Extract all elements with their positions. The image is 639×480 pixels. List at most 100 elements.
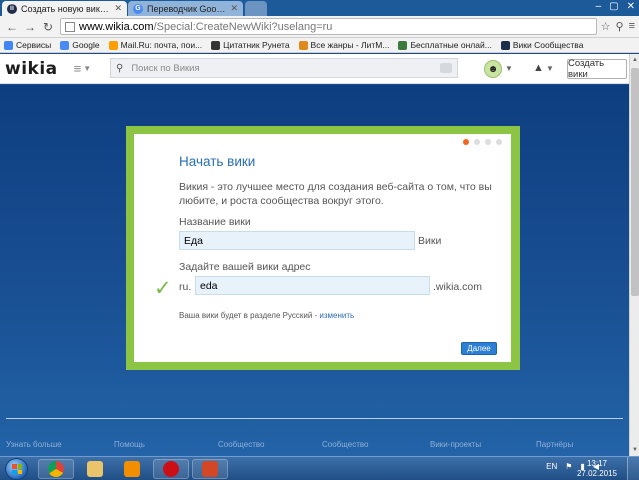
bookmark-label: Google	[72, 40, 100, 50]
search-icon: ⚲	[116, 62, 124, 74]
site-header: wikia ≡ ▼ ⚲ Поиск по Викия ☻ ▼ ▲ ▼ Создат…	[0, 54, 629, 84]
forward-icon[interactable]: →	[22, 19, 38, 35]
tab-label: Создать новую вики — W	[21, 3, 111, 14]
google-icon	[60, 40, 70, 50]
tray-flag-icon[interactable]: ⚑	[565, 462, 572, 471]
minimize-icon[interactable]: –	[596, 1, 602, 12]
address-domain-suffix: .wikia.com	[433, 281, 483, 293]
language-note-text: Ваша вики будет в разделе Русский -	[179, 311, 320, 320]
windows-taskbar: EN ⚑ ▮ ◀ 13:17 27.02.2015	[0, 456, 639, 480]
bookmark-star-icon[interactable]: ☆	[601, 20, 611, 33]
wiki-address-input[interactable]: eda	[195, 276, 430, 295]
chevron-down-icon[interactable]: ▼	[546, 64, 554, 73]
url-host: www.wikia.com	[79, 20, 154, 33]
back-icon[interactable]: ←	[4, 19, 20, 35]
bookmark-label: Цитатник Рунета	[223, 40, 290, 50]
taskbar-opera-icon[interactable]	[153, 459, 189, 479]
bookmark-item[interactable]: Все жанры - ЛитМ...	[298, 40, 390, 50]
bookmark-item[interactable]: Сервисы	[4, 40, 51, 50]
wikia-icon	[500, 40, 510, 50]
taskbar-explorer-icon[interactable]	[77, 459, 113, 479]
bookmark-label: Бесплатные онлай...	[410, 40, 492, 50]
clock-date: 27.02.2015	[576, 469, 617, 478]
create-wiki-button[interactable]: Создать вики	[567, 58, 627, 80]
address-bar: ← → ↻ www.wikia.com/Special:CreateNewWik…	[0, 16, 639, 38]
show-desktop-button[interactable]	[627, 457, 639, 480]
taskbar-presentation-icon[interactable]	[192, 459, 228, 479]
footer-link[interactable]: Сообщество	[218, 440, 264, 449]
maximize-icon[interactable]: ▢	[609, 1, 618, 12]
tab-create-wiki[interactable]: ii Создать новую вики — W ✕	[2, 1, 127, 16]
search-placeholder: Поиск по Викия	[131, 62, 200, 74]
footer-link[interactable]: Вики-проекты	[430, 440, 481, 449]
window-close-icon[interactable]: ✕	[627, 1, 635, 12]
bookmark-label: Вики Сообщества	[512, 40, 584, 50]
wiki-name-input[interactable]: Еда	[179, 231, 415, 250]
close-icon[interactable]: ✕	[114, 3, 122, 14]
bookmark-label: Mail.Ru: почта, пои...	[120, 40, 203, 50]
progress-dot	[463, 139, 469, 145]
translate-favicon-icon: G	[133, 3, 143, 14]
chevron-down-icon[interactable]: ▼	[505, 64, 513, 73]
taskbar-media-player-icon[interactable]	[114, 459, 150, 479]
footer-link[interactable]: Сообщество	[322, 440, 368, 449]
bookmark-item[interactable]: Вики Сообщества	[500, 40, 584, 50]
hamburger-menu-icon[interactable]: ≡	[74, 61, 82, 76]
bookmark-item[interactable]: Цитатник Рунета	[211, 40, 290, 50]
change-language-link[interactable]: изменить	[319, 311, 354, 320]
scroll-up-icon[interactable]: ▲	[630, 54, 639, 66]
translate-icon[interactable]: ⚲	[616, 20, 624, 33]
notifications-bell-icon[interactable]: ▲	[533, 62, 544, 74]
wiki-name-label: Название вики	[179, 216, 251, 228]
new-tab-button[interactable]	[245, 1, 267, 16]
progress-dot	[474, 139, 480, 145]
chrome-menu-icon[interactable]: ≡	[629, 20, 635, 33]
chevron-down-icon[interactable]: ▼	[83, 64, 91, 73]
apps-grid-icon	[4, 40, 13, 50]
taskbar-clock[interactable]: 13:17 27.02.2015	[577, 459, 617, 479]
language-note: Ваша вики будет в разделе Русский - изме…	[179, 311, 354, 320]
dialog-title: Начать вики	[179, 154, 256, 169]
footer-link[interactable]: Помощь	[114, 440, 145, 449]
bookmark-label: Все жанры - ЛитМ...	[310, 40, 390, 50]
browser-titlebar: ii Создать новую вики — W ✕ G Переводчик…	[0, 0, 639, 16]
globe-icon	[398, 40, 408, 50]
wiki-address-label: Задайте вашей вики адрес	[179, 261, 311, 273]
tab-label: Переводчик Google	[147, 3, 228, 14]
search-input[interactable]: ⚲ Поиск по Викия	[110, 58, 458, 78]
url-path: /Special:CreateNewWiki?uselang=ru	[153, 20, 333, 33]
page-scrollbar[interactable]: ▲ ▼	[629, 54, 639, 456]
footer-divider	[6, 418, 623, 419]
taskbar-chrome-icon[interactable]	[38, 459, 74, 479]
bookmark-item[interactable]: Бесплатные онлай...	[398, 40, 492, 50]
reload-icon[interactable]: ↻	[40, 19, 56, 35]
progress-dot	[485, 139, 491, 145]
wiki-name-suffix: Вики	[418, 235, 442, 247]
bookmark-item[interactable]: Mail.Ru: почта, пои...	[108, 40, 203, 50]
address-language-prefix: ru.	[179, 281, 192, 293]
input-language[interactable]: EN	[546, 462, 557, 471]
bash-icon	[211, 40, 221, 50]
search-scope-toggle[interactable]	[440, 63, 452, 73]
page-icon	[65, 21, 75, 32]
tab-google-translate[interactable]: G Переводчик Google ✕	[128, 1, 243, 16]
start-button[interactable]	[5, 458, 28, 480]
wikia-favicon-icon: ii	[7, 3, 17, 14]
mailru-icon	[108, 40, 118, 50]
url-input[interactable]: www.wikia.com/Special:CreateNewWiki?usel…	[60, 18, 597, 35]
scroll-down-icon[interactable]: ▼	[630, 444, 639, 456]
footer-link[interactable]: Партнёры	[536, 440, 573, 449]
close-icon[interactable]: ✕	[230, 3, 238, 14]
next-button[interactable]: Далее	[461, 342, 497, 355]
window-controls: – ▢ ✕	[596, 1, 635, 12]
create-wiki-dialog: Начать вики Викия - это лучшее место для…	[134, 134, 511, 362]
wikia-logo[interactable]: wikia	[5, 59, 58, 79]
dialog-description: Викия - это лучшее место для создания ве…	[179, 181, 492, 207]
footer-link[interactable]: Узнать больше	[6, 440, 62, 449]
bookmarks-bar: Сервисы Google Mail.Ru: почта, пои... Цитат…	[0, 38, 639, 53]
bookmark-item[interactable]: Google	[60, 40, 100, 50]
progress-indicator	[463, 139, 502, 145]
avatar[interactable]: ☻	[484, 60, 502, 78]
bookmark-label: Сервисы	[16, 40, 52, 50]
scroll-thumb[interactable]	[631, 68, 639, 296]
